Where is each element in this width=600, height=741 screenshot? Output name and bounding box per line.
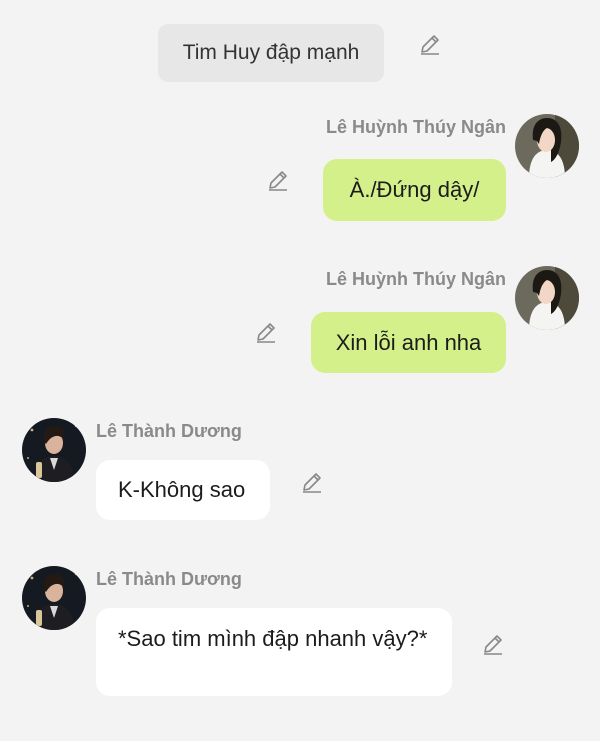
message-bubble[interactable]: Xin lỗi anh nha [311,312,506,373]
pencil-icon[interactable] [418,32,442,56]
avatar[interactable] [22,418,86,482]
pencil-icon[interactable] [481,632,505,656]
message-bubble[interactable]: K-Không sao [96,460,270,520]
system-message[interactable]: Tim Huy đập mạnh [158,24,384,82]
sender-name: Lê Huỳnh Thúy Ngân [326,269,506,289]
sender-name: Lê Thành Dương [96,569,242,589]
message-text: *Sao tim mình đập nhanh vậy?* [118,626,428,651]
sender-name: Lê Thành Dương [96,421,242,441]
avatar[interactable] [515,114,579,178]
message-bubble[interactable]: *Sao tim mình đập nhanh vậy?* [96,608,452,696]
pencil-icon[interactable] [254,320,278,344]
system-message-text: Tim Huy đập mạnh [182,41,360,64]
avatar[interactable] [22,566,86,630]
message-bubble[interactable]: À./Đứng dậy/ [323,159,506,221]
message-text: Xin lỗi anh nha [335,329,482,355]
avatar[interactable] [515,266,579,330]
pencil-icon[interactable] [300,470,324,494]
pencil-icon[interactable] [266,168,290,192]
message-text: À./Đứng dậy/ [349,177,480,202]
message-text: K-Không sao [118,477,246,502]
sender-name: Lê Huỳnh Thúy Ngân [326,117,506,137]
